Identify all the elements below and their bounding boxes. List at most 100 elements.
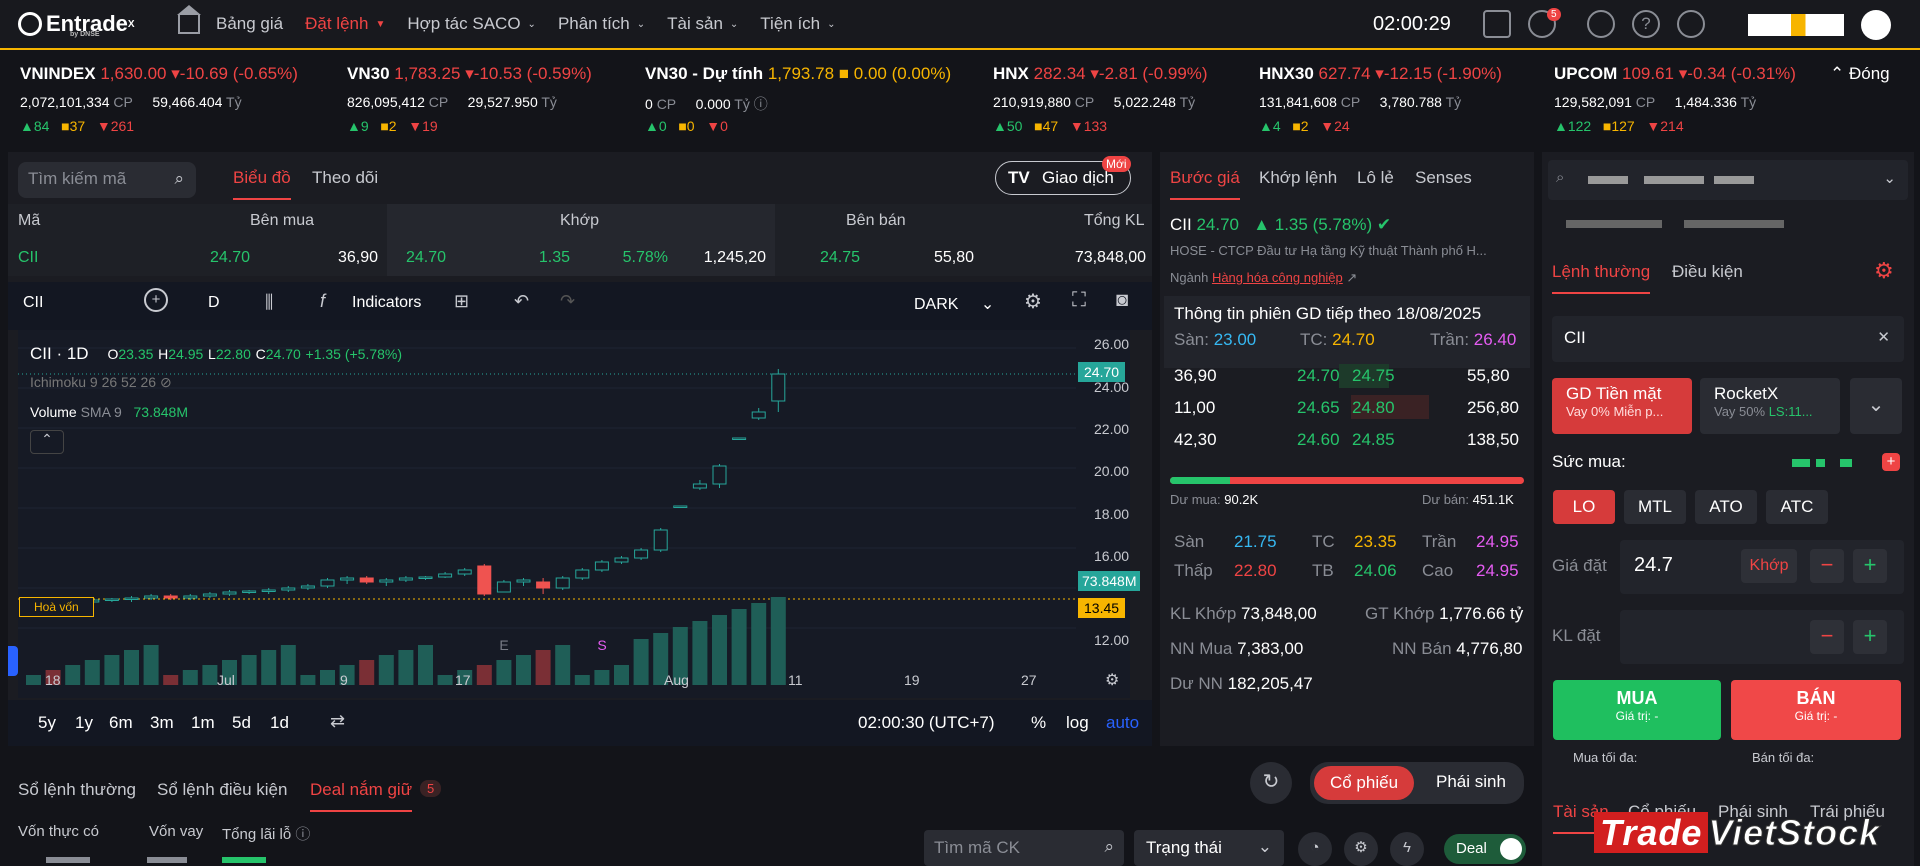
candle[interactable] bbox=[320, 579, 335, 587]
candle[interactable] bbox=[261, 589, 276, 592]
candle[interactable] bbox=[359, 577, 374, 583]
book-ask-price[interactable]: 24.80 bbox=[1352, 398, 1395, 418]
candle[interactable] bbox=[202, 593, 217, 597]
camera-icon[interactable]: ◙ bbox=[1116, 289, 1128, 312]
row-ask[interactable]: 24.75 bbox=[800, 249, 860, 267]
collapse-button[interactable]: ⌃ Đóng bbox=[1830, 64, 1890, 84]
otp-icon[interactable] bbox=[1483, 10, 1511, 38]
range-5d[interactable]: 5d bbox=[232, 713, 251, 733]
lightning-icon[interactable]: ϟ bbox=[1390, 832, 1424, 866]
candle[interactable] bbox=[124, 597, 139, 600]
candle[interactable] bbox=[438, 573, 453, 578]
stock-search-input[interactable]: Tìm mã CK ⌕ bbox=[924, 830, 1124, 866]
range-1y[interactable]: 1y bbox=[75, 713, 93, 733]
deal-toggle[interactable]: Deal bbox=[1444, 834, 1526, 864]
segment-phai-sinh[interactable]: Phái sinh bbox=[1436, 772, 1506, 792]
row-bid[interactable]: 24.70 bbox=[180, 249, 250, 267]
range-5y[interactable]: 5y bbox=[38, 713, 56, 733]
candle[interactable] bbox=[104, 598, 119, 601]
account-rocketx[interactable]: RocketX Vay 50% LS:11... bbox=[1700, 378, 1840, 434]
settings-gear-icon[interactable]: ⚙ bbox=[1344, 832, 1378, 866]
ichimoku-label[interactable]: Ichimoku 9 26 52 26 ⊘ bbox=[30, 374, 172, 391]
candle[interactable] bbox=[183, 595, 198, 599]
sell-button[interactable]: BÁN Giá trị: - bbox=[1731, 680, 1901, 740]
avatar[interactable] bbox=[1861, 10, 1891, 40]
candle[interactable] bbox=[516, 579, 531, 583]
khop-button[interactable]: Khớp bbox=[1741, 549, 1797, 583]
user-name-redacted[interactable] bbox=[1748, 14, 1844, 36]
tab-bieu-do[interactable]: Biểu đồ bbox=[233, 168, 291, 200]
tab-so-lenh-thuong[interactable]: Sổ lệnh thường bbox=[18, 780, 136, 800]
range-1m[interactable]: 1m bbox=[191, 713, 215, 733]
account-gd-tien-mat[interactable]: GD Tiền mặt Vay 0% Miễn p... bbox=[1552, 378, 1692, 434]
book-bid-price[interactable]: 24.60 bbox=[1297, 430, 1340, 450]
external-link-icon[interactable]: ↗ bbox=[1346, 270, 1357, 285]
undo-icon[interactable]: ↶ bbox=[514, 291, 529, 312]
index-vn30-du-tinh[interactable]: VN30 - Dự tính 1,793.78 ■ 0.00 (0.00%) 0… bbox=[645, 64, 951, 134]
candle[interactable] bbox=[222, 591, 237, 595]
indicators-button[interactable]: Indicators bbox=[352, 294, 421, 312]
tab-deal-nam-giu[interactable]: Deal nắm giữ bbox=[310, 780, 413, 812]
event-marker-icon[interactable]: S bbox=[597, 637, 606, 653]
candle[interactable] bbox=[751, 411, 766, 419]
tab-dieu-kien[interactable]: Điều kiện bbox=[1672, 262, 1743, 282]
candle[interactable] bbox=[496, 581, 511, 593]
settings-gear-icon[interactable]: ⚙ bbox=[1874, 258, 1894, 284]
help-icon[interactable]: ? bbox=[1632, 10, 1660, 38]
date-range-icon[interactable]: ⇄ bbox=[330, 711, 345, 732]
candle[interactable] bbox=[418, 576, 433, 579]
auto-toggle[interactable]: auto bbox=[1106, 713, 1139, 733]
candle[interactable] bbox=[281, 587, 296, 591]
index-vn30[interactable]: VN30 1,783.25 ▾-10.53 (-0.59%) 826,095,4… bbox=[347, 64, 592, 134]
order-type-lo[interactable]: LO bbox=[1553, 490, 1615, 524]
candle[interactable] bbox=[634, 549, 649, 559]
nav-dat-lenh[interactable]: Đặt lệnh ▼ bbox=[305, 14, 385, 34]
index-vnindex[interactable]: VNINDEX 1,630.00 ▾-10.69 (-0.65%) 2,072,… bbox=[20, 64, 298, 134]
tab-so-lenh-dieu-kien[interactable]: Sổ lệnh điều kiện bbox=[157, 780, 287, 800]
candle[interactable] bbox=[300, 585, 315, 589]
status-select[interactable]: Trạng thái ⌄ bbox=[1134, 830, 1284, 866]
candle[interactable] bbox=[379, 579, 394, 583]
range-1d[interactable]: 1d bbox=[270, 713, 289, 733]
log-toggle[interactable]: log bbox=[1066, 713, 1089, 733]
tab-khop-lenh[interactable]: Khớp lệnh bbox=[1259, 168, 1337, 188]
collapse-legend-button[interactable]: ⌃ bbox=[30, 430, 64, 454]
candle[interactable] bbox=[398, 577, 413, 581]
candle[interactable] bbox=[457, 569, 472, 575]
info-icon[interactable]: ⓘ bbox=[295, 826, 310, 843]
candle[interactable] bbox=[614, 557, 629, 563]
row-symbol[interactable]: CII bbox=[18, 249, 38, 267]
price-decrement-button[interactable]: − bbox=[1810, 549, 1844, 583]
nav-tai-san[interactable]: Tài sản ⌄ bbox=[667, 14, 738, 34]
info-icon[interactable]: ⓘ bbox=[754, 96, 768, 112]
industry-link[interactable]: Hàng hóa công nghiệp bbox=[1212, 270, 1343, 285]
add-funds-button[interactable]: + bbox=[1882, 453, 1900, 471]
candle[interactable] bbox=[144, 595, 159, 599]
qty-increment-button[interactable]: + bbox=[1853, 620, 1887, 654]
tab-lenh-thuong[interactable]: Lệnh thường bbox=[1552, 262, 1651, 294]
candle[interactable] bbox=[575, 569, 590, 579]
gear-icon[interactable] bbox=[1587, 10, 1615, 38]
candle[interactable] bbox=[692, 483, 707, 489]
order-type-ato[interactable]: ATO bbox=[1695, 490, 1757, 524]
candle[interactable] bbox=[653, 529, 668, 551]
book-ask-price[interactable]: 24.75 bbox=[1352, 366, 1395, 386]
price-increment-button[interactable]: + bbox=[1853, 549, 1887, 583]
candlestick-chart[interactable]: ES bbox=[18, 330, 1130, 698]
index-hnx[interactable]: HNX 282.34 ▾-2.81 (-0.99%) 210,919,880 C… bbox=[993, 64, 1208, 134]
segment-co-phieu[interactable]: Cổ phiếu bbox=[1314, 766, 1414, 800]
tab-senses[interactable]: Senses bbox=[1415, 168, 1472, 188]
drawing-toolbar-toggle[interactable] bbox=[8, 646, 18, 676]
theme-selector[interactable]: DARK ⌄ bbox=[914, 294, 994, 314]
candle[interactable] bbox=[732, 437, 747, 440]
eye-off-icon[interactable]: ⊘ bbox=[160, 374, 172, 390]
candle[interactable] bbox=[340, 577, 355, 581]
brand-logo[interactable]: Entrade Xby DNSE bbox=[18, 11, 168, 38]
settings-gear-icon[interactable]: ⚙ bbox=[1024, 289, 1042, 314]
order-type-atc[interactable]: ATC bbox=[1766, 490, 1828, 524]
range-3m[interactable]: 3m bbox=[150, 713, 174, 733]
refresh-icon[interactable]: ↻ bbox=[1250, 762, 1292, 804]
order-type-mtl[interactable]: MTL bbox=[1624, 490, 1686, 524]
interval-selector[interactable]: D bbox=[208, 294, 220, 312]
candle[interactable] bbox=[771, 373, 786, 402]
